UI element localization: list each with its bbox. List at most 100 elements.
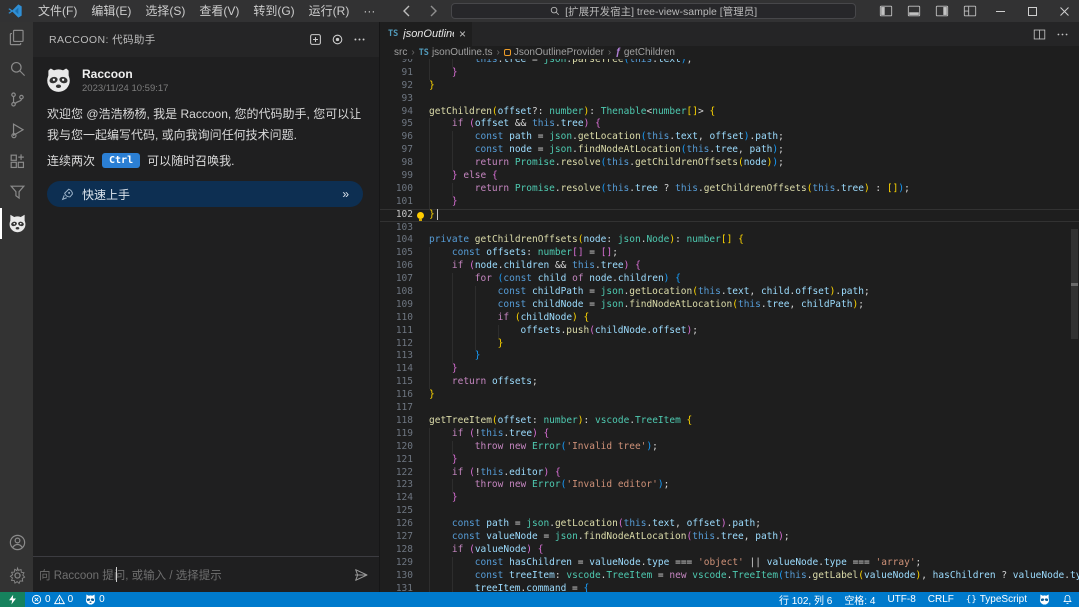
code-line-128[interactable]: 128 if (valueNode) { [380, 544, 1079, 557]
filter-icon[interactable] [0, 177, 33, 208]
code-line-127[interactable]: 127 const valueNode = json.findNodeAtLoc… [380, 531, 1079, 544]
code-line-103[interactable]: 103 [380, 222, 1079, 235]
code-editor[interactable]: 90 this.tree = json.parseTree(this.text)… [380, 59, 1079, 592]
notifications-bell-icon[interactable] [1056, 592, 1079, 607]
code-line-124[interactable]: 124 } [380, 492, 1079, 505]
code-line-118[interactable]: 118getTreeItem(offset: number): vscode.T… [380, 415, 1079, 428]
menu-run[interactable]: 运行(R) [302, 0, 357, 22]
more-actions-icon[interactable] [349, 30, 369, 50]
settings-gear-icon[interactable] [0, 558, 33, 592]
menu-go[interactable]: 转到(G) [246, 0, 301, 22]
menu-file[interactable]: 文件(F) [31, 0, 84, 22]
raccoon-view-icon[interactable] [0, 208, 33, 239]
breadcrumb-item[interactable]: TSjsonOutline.ts [419, 47, 493, 58]
method-symbol-icon: ƒ [615, 48, 621, 58]
code-line-93[interactable]: 93 [380, 93, 1079, 106]
code-line-99[interactable]: 99 } else { [380, 170, 1079, 183]
code-line-123[interactable]: 123 throw new Error('Invalid editor'); [380, 479, 1079, 492]
code-line-130[interactable]: 130 const treeItem: vscode.TreeItem = ne… [380, 570, 1079, 583]
code-line-97[interactable]: 97 const node = json.findNodeAtLocation(… [380, 144, 1079, 157]
panel-settings-icon[interactable] [327, 30, 347, 50]
menu-view[interactable]: 查看(V) [192, 0, 246, 22]
lightbulb-icon[interactable] [417, 212, 424, 219]
indentation-status[interactable]: 空格: 4 [838, 592, 881, 607]
toggle-sidebar-icon[interactable] [873, 0, 899, 22]
summon-prefix: 连续两次 [47, 152, 95, 169]
raccoon-status-icon [85, 594, 96, 605]
breadcrumb-item[interactable]: JsonOutlineProvider [504, 47, 604, 58]
close-window-button[interactable] [1049, 0, 1079, 22]
quick-start-banner[interactable]: 快速上手 » [47, 181, 363, 207]
remote-indicator[interactable] [0, 592, 25, 607]
code-line-126[interactable]: 126 const path = json.getLocation(this.t… [380, 518, 1079, 531]
editor-more-actions-icon[interactable] [1056, 28, 1069, 41]
customize-layout-icon[interactable] [957, 0, 983, 22]
encoding-status[interactable]: UTF-8 [881, 592, 921, 607]
back-icon[interactable] [399, 3, 415, 19]
code-line-131[interactable]: 131 treeItem.command = { [380, 583, 1079, 592]
menu-edit[interactable]: 编辑(E) [84, 0, 138, 22]
code-line-91[interactable]: 91 } [380, 67, 1079, 80]
window-title: [扩展开发宿主] tree-view-sample [管理员] [565, 4, 757, 19]
code-line-115[interactable]: 115 return offsets; [380, 376, 1079, 389]
breadcrumb-item[interactable]: ƒgetChildren [615, 47, 675, 58]
forward-icon[interactable] [425, 3, 441, 19]
code-line-114[interactable]: 114 } [380, 363, 1079, 376]
toggle-panel-icon[interactable] [901, 0, 927, 22]
code-line-102[interactable]: 102} [380, 209, 1079, 222]
account-icon[interactable] [0, 527, 33, 558]
code-line-104[interactable]: 104private getChildrenOffsets(node: json… [380, 234, 1079, 247]
breadcrumb-item[interactable]: src [394, 47, 407, 58]
maximize-button[interactable] [1017, 0, 1047, 22]
code-line-95[interactable]: 95 if (offset && this.tree) { [380, 118, 1079, 131]
code-line-113[interactable]: 113 } [380, 350, 1079, 363]
code-line-92[interactable]: 92} [380, 80, 1079, 93]
command-center-search[interactable]: [扩展开发宿主] tree-view-sample [管理员] [451, 3, 856, 19]
code-line-120[interactable]: 120 throw new Error('Invalid tree'); [380, 441, 1079, 454]
code-line-121[interactable]: 121 } [380, 454, 1079, 467]
code-line-107[interactable]: 107 for (const child of node.children) { [380, 273, 1079, 286]
raccoon-status[interactable]: 0 [79, 592, 111, 607]
code-line-110[interactable]: 110 if (childNode) { [380, 312, 1079, 325]
code-line-96[interactable]: 96 const path = json.getLocation(this.te… [380, 131, 1079, 144]
cursor-position[interactable]: 行 102, 列 6 [773, 592, 838, 607]
search-view-icon[interactable] [0, 53, 33, 84]
code-line-116[interactable]: 116} [380, 389, 1079, 402]
tab-jsonoutline[interactable]: TS jsonOutline.ts × [380, 22, 472, 46]
code-line-111[interactable]: 111 offsets.push(childNode.offset); [380, 325, 1079, 338]
code-line-112[interactable]: 112 } [380, 338, 1079, 351]
code-line-94[interactable]: 94getChildren(offset?: number): Thenable… [380, 106, 1079, 119]
minimize-button[interactable] [985, 0, 1015, 22]
chat-input[interactable]: 向 Raccoon 提问, 或输入 / 选择提示 [33, 556, 379, 592]
code-line-129[interactable]: 129 const hasChildren = valueNode.type =… [380, 557, 1079, 570]
code-line-109[interactable]: 109 const childNode = json.findNodeAtLoc… [380, 299, 1079, 312]
explorer-icon[interactable] [0, 22, 33, 53]
language-mode[interactable]: {} TypeScript [960, 592, 1033, 607]
eol-status[interactable]: CRLF [922, 592, 960, 607]
menu-more[interactable]: ··· [356, 0, 382, 22]
code-line-105[interactable]: 105 const offsets: number[] = []; [380, 247, 1079, 260]
source-control-icon[interactable] [0, 84, 33, 115]
code-line-90[interactable]: 90 this.tree = json.parseTree(this.text)… [380, 59, 1079, 67]
code-line-100[interactable]: 100 return Promise.resolve(this.tree ? t… [380, 183, 1079, 196]
raccoon-count: 0 [99, 594, 105, 605]
code-line-117[interactable]: 117 [380, 402, 1079, 415]
code-line-125[interactable]: 125 [380, 505, 1079, 518]
toggle-secondary-sidebar-icon[interactable] [929, 0, 955, 22]
code-line-108[interactable]: 108 const childPath = json.getLocation(t… [380, 286, 1079, 299]
run-debug-icon[interactable] [0, 115, 33, 146]
problems-status[interactable]: 0 0 [25, 592, 79, 607]
code-line-119[interactable]: 119 if (!this.tree) { [380, 428, 1079, 441]
code-line-106[interactable]: 106 if (node.children && this.tree) { [380, 260, 1079, 273]
send-icon[interactable] [353, 567, 369, 583]
close-tab-icon[interactable]: × [459, 28, 466, 40]
menu-selection[interactable]: 选择(S) [138, 0, 192, 22]
summon-hint: 连续两次 Ctrl 可以随时召唤我. [47, 152, 363, 169]
code-line-98[interactable]: 98 return Promise.resolve(this.getChildr… [380, 157, 1079, 170]
new-chat-icon[interactable] [305, 30, 325, 50]
code-line-122[interactable]: 122 if (!this.editor) { [380, 467, 1079, 480]
extensions-icon[interactable] [0, 146, 33, 177]
split-editor-icon[interactable] [1033, 28, 1046, 41]
code-line-101[interactable]: 101 } [380, 196, 1079, 209]
raccoon-statusbar-icon[interactable] [1033, 592, 1056, 607]
